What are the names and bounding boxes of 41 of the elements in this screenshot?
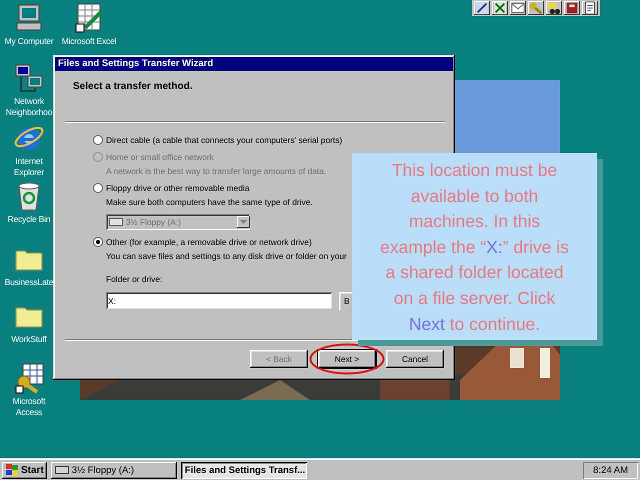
option-label: Home or small office network — [106, 152, 214, 162]
pen-icon[interactable] — [476, 2, 488, 14]
windows-flag-icon — [5, 464, 19, 476]
folder-input[interactable]: X: — [106, 292, 332, 309]
binoculars-icon[interactable] — [548, 2, 560, 14]
network-icon — [13, 62, 45, 94]
drive-icon — [54, 466, 69, 474]
book-icon[interactable] — [566, 2, 578, 14]
icon-label[interactable]: Microsoft Excel — [62, 36, 116, 47]
radio-button[interactable] — [93, 183, 103, 193]
spreadsheet-icon — [73, 2, 105, 34]
icon-label[interactable]: My Computer — [4, 36, 54, 47]
field-label: Folder or drive: — [106, 274, 162, 284]
wizard-button[interactable]: Cancel — [386, 350, 444, 368]
option-description: A network is the best way to transfer large amounts of data. — [106, 166, 326, 176]
clock: 8:24 AM — [583, 462, 638, 478]
option-label: Direct cable (a cable that connects your computers' serial ports) — [106, 135, 342, 145]
icon-label[interactable]: Recycle Bin — [8, 214, 50, 225]
icon-label[interactable]: WorkStuff — [11, 334, 47, 345]
icon-label[interactable]: Microsoft Access — [0, 396, 58, 418]
radio-button[interactable] — [93, 135, 103, 145]
key-icon[interactable] — [530, 2, 542, 14]
envelope-icon[interactable] — [511, 3, 525, 13]
spreadsheet-icon[interactable] — [494, 2, 506, 14]
option-description: You can save files and settings to any disk drive or folder on your — [106, 251, 347, 261]
option-label: Floppy drive or other removable media — [106, 183, 250, 193]
taskbar-button[interactable]: 3½ Floppy (A:) — [50, 462, 177, 478]
drive-icon — [109, 218, 123, 226]
page-heading: Select a transfer method. — [73, 81, 192, 92]
window-title: Files and Settings Transfer Wizard — [55, 57, 453, 71]
key-icon — [13, 362, 45, 394]
radio-button[interactable] — [93, 237, 103, 247]
option-description: Make sure both computers have the same type of drive. — [106, 197, 313, 207]
dropdown-arrow-icon — [240, 220, 247, 224]
start-button[interactable]: Start — [2, 462, 47, 478]
option-label: Other (for example, a removable drive or network drive) — [106, 237, 312, 247]
document-icon[interactable] — [585, 1, 595, 15]
wizard-button[interactable]: Next > — [318, 350, 376, 368]
taskbar-button[interactable]: Files and Settings Transf... — [180, 462, 307, 478]
icon-label[interactable]: BusinessLate — [4, 277, 54, 288]
callout-note: This location must be available to both machines. In this example the “X:” drive is a shared folder located on a file server. Click Next to continue. — [352, 153, 597, 340]
